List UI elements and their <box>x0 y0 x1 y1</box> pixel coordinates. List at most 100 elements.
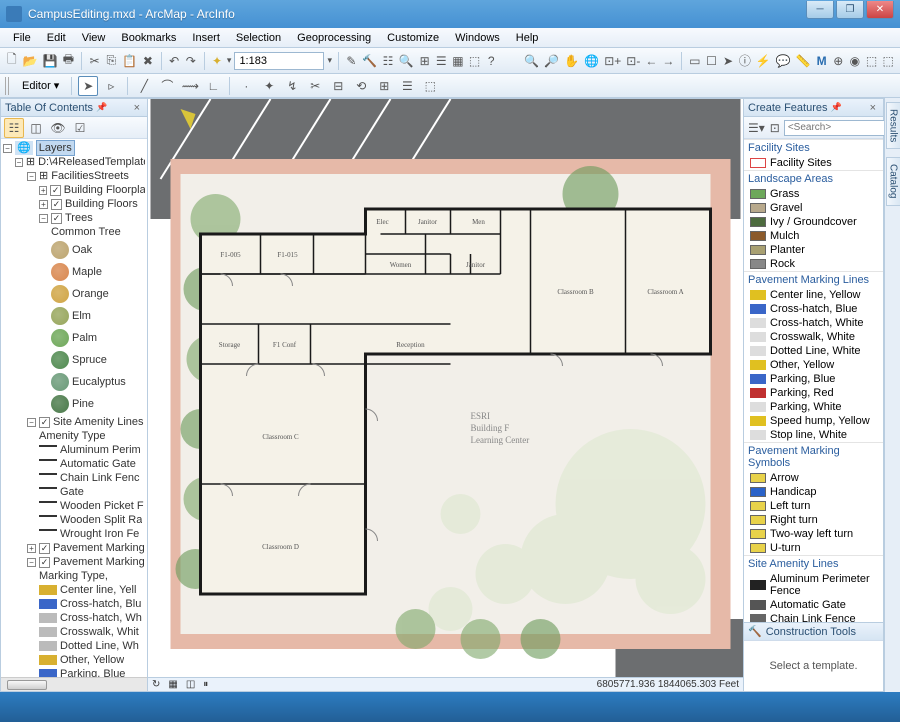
layout-view-button[interactable]: ◫ <box>186 679 195 690</box>
tree-row[interactable]: −✓Pavement Marking <box>3 555 145 569</box>
tree-row[interactable]: −✓Trees <box>3 211 145 225</box>
tree-row[interactable]: Wooden Split Ra <box>3 513 145 527</box>
list-by-drawing-order-button[interactable]: ☷ <box>4 118 24 138</box>
copy-button[interactable]: ⎘ <box>104 51 118 71</box>
cf-template-item[interactable]: Grass <box>744 187 883 201</box>
tree-row[interactable]: Palm <box>3 327 145 349</box>
add-data-button[interactable]: ✦ <box>210 51 224 71</box>
tree-row[interactable]: −🌐Layers <box>3 141 145 155</box>
toolbox-button[interactable]: 🔨 <box>361 51 378 71</box>
tree-row[interactable]: −⊞D:\4ReleasedTemplates\R <box>3 155 145 169</box>
menu-insert[interactable]: Insert <box>185 30 227 46</box>
toolbar-grip[interactable] <box>5 77 11 95</box>
cf-filter-button[interactable]: ☰▾ <box>747 118 766 138</box>
table-button[interactable]: ⊞ <box>418 51 432 71</box>
tree-row[interactable]: Eucalyptus <box>3 371 145 393</box>
menu-view[interactable]: View <box>75 30 113 46</box>
menu-selection[interactable]: Selection <box>229 30 288 46</box>
cf-template-item[interactable]: Ivy / Groundcover <box>744 215 883 229</box>
arc-segment-tool[interactable]: ⌒ <box>157 76 177 96</box>
reshape-tool[interactable]: ↯ <box>282 76 302 96</box>
back-button[interactable]: ← <box>644 51 658 71</box>
cf-template-item[interactable]: Facility Sites <box>744 156 883 170</box>
cf-template-item[interactable]: Mulch <box>744 229 883 243</box>
tree-row[interactable]: −✓Site Amenity Lines <box>3 415 145 429</box>
cf-template-item[interactable]: Crosswalk, White <box>744 330 883 344</box>
tree-row[interactable]: Crosswalk, Whit <box>3 625 145 639</box>
cut-polygons-tool[interactable]: ✂ <box>305 76 325 96</box>
menu-edit[interactable]: Edit <box>40 30 73 46</box>
tree-row[interactable]: Oak <box>3 239 145 261</box>
select-features-button[interactable]: ▭ <box>688 51 702 71</box>
side-tab-results[interactable]: Results <box>886 102 900 149</box>
redo-button[interactable]: ↷ <box>184 51 198 71</box>
editor-menu[interactable]: Editor ▾ <box>16 77 65 94</box>
cf-template-item[interactable]: Parking, Blue <box>744 372 883 386</box>
tree-row[interactable]: Wrought Iron Fe <box>3 527 145 541</box>
cf-pin-icon[interactable]: 📌 <box>827 102 844 113</box>
python-button[interactable]: ▦ <box>451 51 465 71</box>
cf-template-item[interactable]: Two-way left turn <box>744 527 883 541</box>
rotate-tool[interactable]: ⟲ <box>351 76 371 96</box>
sketch-properties-button[interactable]: ☰ <box>397 76 417 96</box>
cf-template-item[interactable]: Dotted Line, White <box>744 344 883 358</box>
cf-template-item[interactable]: Chain Link Fence <box>744 612 883 622</box>
tree-row[interactable]: +✓Building Floorplan <box>3 183 145 197</box>
help-button[interactable]: ? <box>484 51 498 71</box>
attributes-button[interactable]: ⊞ <box>374 76 394 96</box>
cf-organize-button[interactable]: ⊡ <box>769 118 781 138</box>
cf-template-item[interactable]: Aluminum Perimeter Fence <box>744 572 883 598</box>
edit-annotation-tool[interactable]: ▹ <box>101 76 121 96</box>
menu-geoprocessing[interactable]: Geoprocessing <box>290 30 378 46</box>
cf-template-item[interactable]: Arrow <box>744 471 883 485</box>
model-builder-button[interactable]: ⬚ <box>468 51 482 71</box>
tree-row[interactable]: Orange <box>3 283 145 305</box>
hyperlink-button[interactable]: ⚡ <box>755 51 772 71</box>
create-viewer-button[interactable]: ⬚ <box>865 51 879 71</box>
full-extent-button[interactable]: 🌐 <box>583 51 600 71</box>
measure-button[interactable]: 📏 <box>795 51 812 71</box>
cf-template-item[interactable]: Stop line, White <box>744 428 883 442</box>
tree-row[interactable]: Aluminum Perim <box>3 443 145 457</box>
tree-row[interactable]: Common Tree <box>3 225 145 239</box>
menu-bookmarks[interactable]: Bookmarks <box>114 30 183 46</box>
paste-button[interactable]: 📋 <box>121 51 138 71</box>
cf-template-item[interactable]: Cross-hatch, Blue <box>744 302 883 316</box>
clear-selection-button[interactable]: ☐ <box>705 51 719 71</box>
tree-row[interactable]: Cross-hatch, Wh <box>3 611 145 625</box>
tree-row[interactable]: Chain Link Fenc <box>3 471 145 485</box>
tools-button[interactable]: ⬚ <box>881 51 895 71</box>
catalog-button[interactable]: ☷ <box>381 51 395 71</box>
tree-row[interactable]: Center line, Yell <box>3 583 145 597</box>
forward-button[interactable]: → <box>661 51 675 71</box>
tree-row[interactable]: Maple <box>3 261 145 283</box>
side-tab-catalog[interactable]: Catalog <box>886 157 900 205</box>
pan-button[interactable]: ✋ <box>563 51 580 71</box>
toc-button[interactable]: ☰ <box>434 51 448 71</box>
close-button[interactable]: ✕ <box>866 1 894 19</box>
search-button[interactable]: 🔍 <box>398 51 415 71</box>
menu-customize[interactable]: Customize <box>380 30 446 46</box>
minimize-button[interactable]: ─ <box>806 1 834 19</box>
cf-close-button[interactable]: × <box>867 102 879 114</box>
zoom-out-button[interactable]: 🔎 <box>543 51 560 71</box>
cf-template-item[interactable]: Gravel <box>744 201 883 215</box>
tree-row[interactable]: Spruce <box>3 349 145 371</box>
print-button[interactable]: 🖶 <box>62 51 76 71</box>
list-by-source-button[interactable]: ◫ <box>26 118 46 138</box>
save-button[interactable]: 💾 <box>42 51 59 71</box>
tree-row[interactable]: +✓Pavement Marking <box>3 541 145 555</box>
html-popup-button[interactable]: 💬 <box>775 51 792 71</box>
cf-template-item[interactable]: Other, Yellow <box>744 358 883 372</box>
tree-row[interactable]: −⊞FacilitiesStreets <box>3 169 145 183</box>
tree-row[interactable]: Other, Yellow <box>3 653 145 667</box>
tree-row[interactable]: Marking Type, <box>3 569 145 583</box>
fixed-zoom-in-button[interactable]: ⊡+ <box>603 51 622 71</box>
data-view-button[interactable]: ▦ <box>168 679 177 690</box>
open-button[interactable]: 📂 <box>22 51 39 71</box>
split-tool[interactable]: ⊟ <box>328 76 348 96</box>
tree-row[interactable]: Automatic Gate <box>3 457 145 471</box>
find-button[interactable]: M <box>815 51 829 71</box>
cf-template-item[interactable]: Cross-hatch, White <box>744 316 883 330</box>
fixed-zoom-out-button[interactable]: ⊡- <box>625 51 641 71</box>
